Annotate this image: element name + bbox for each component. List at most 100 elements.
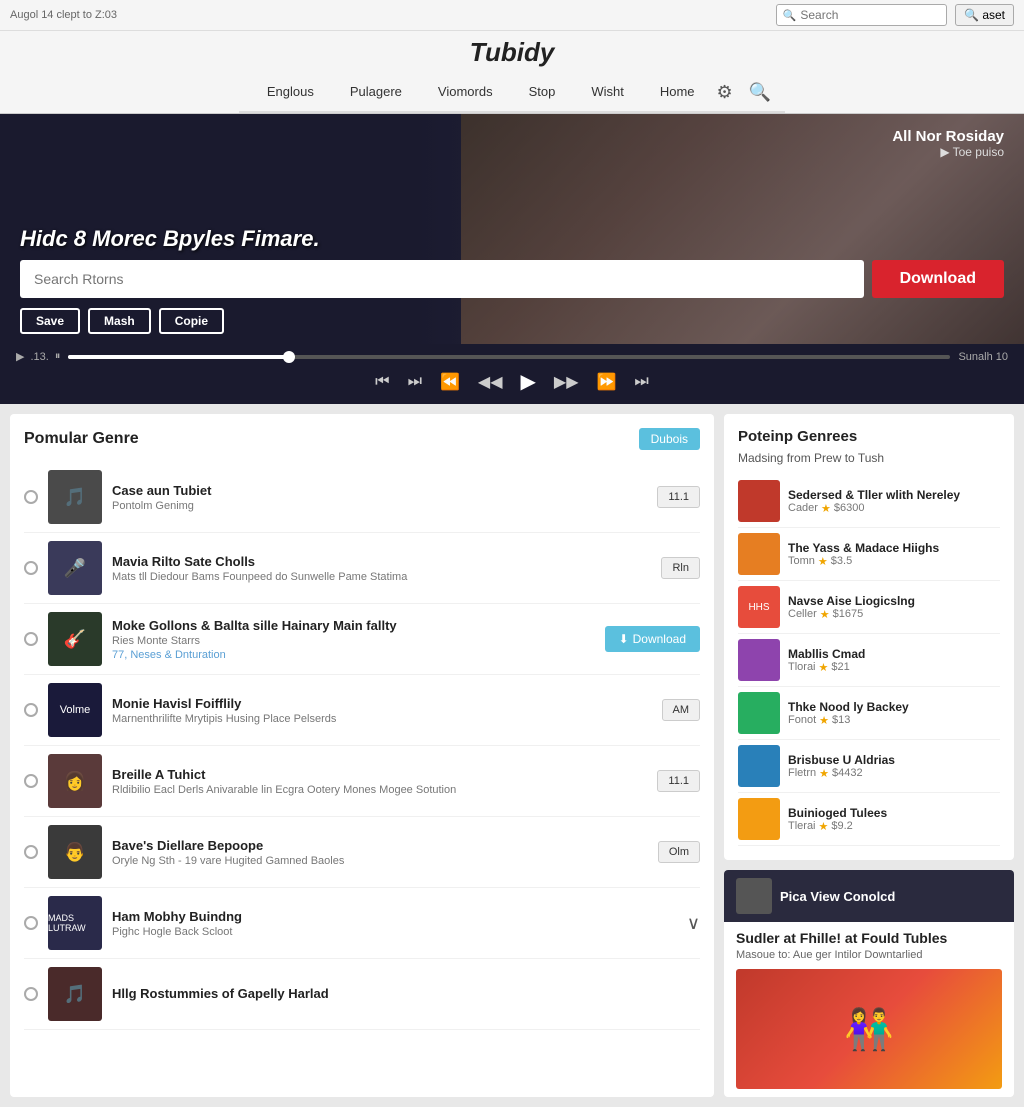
play-button[interactable]: ▶ xyxy=(521,369,536,394)
nav-search-icon[interactable]: 🔍 xyxy=(745,78,775,107)
trending-info-1: The Yass & Madace Hiighs Tomn ★ $3.5 xyxy=(788,541,1000,568)
right-column: Poteinp Genrees Madsing from Prew to Tus… xyxy=(724,414,1014,1097)
trending-item: HHS Navse Aise Liogicslng Celler ★ $1675 xyxy=(738,581,1000,634)
copie-button[interactable]: Copie xyxy=(159,308,224,334)
track-radio-6[interactable] xyxy=(24,916,38,930)
track-action-3: AM xyxy=(662,699,701,721)
search-icon: 🔍 xyxy=(783,9,797,22)
track-info-4: Breille A Tuhict Rldibilio Eacl Derls An… xyxy=(112,767,647,796)
track-radio-0[interactable] xyxy=(24,490,38,504)
trending-thumb-1 xyxy=(738,533,780,575)
save-button[interactable]: Save xyxy=(20,308,80,334)
forward-button[interactable]: ▶▶ xyxy=(554,372,579,392)
nav-item-englous[interactable]: Englous xyxy=(249,74,332,111)
dubois-button[interactable]: Dubois xyxy=(639,428,700,450)
track-radio-1[interactable] xyxy=(24,561,38,575)
track-thumb-2: 🎸 xyxy=(48,612,102,666)
track-item: MADS LUTRAW Ham Mobhy Buindng Pighc Hogl… xyxy=(24,888,700,959)
mash-button[interactable]: Mash xyxy=(88,308,151,334)
trending-item-title-1: The Yass & Madace Hiighs xyxy=(788,541,1000,555)
track-download-btn-2[interactable]: ⬇ Download xyxy=(605,626,700,652)
track-action-btn-5[interactable]: Olm xyxy=(658,841,700,863)
trending-item-title-6: Buinioged Tulees xyxy=(788,806,1000,820)
skip-back-button[interactable]: ⏭ xyxy=(408,373,422,391)
trending-item: Buinioged Tulees Tlerai ★ $9.2 xyxy=(738,793,1000,846)
track-chevron-btn-6[interactable]: ∨ xyxy=(687,913,700,934)
next-button[interactable]: ⏩ xyxy=(597,372,617,392)
hero-top-right: All Nor Rosiday ▶ Toe puiso xyxy=(892,128,1004,159)
hero-banner: All Nor Rosiday ▶ Toe puiso Hidc 8 Morec… xyxy=(0,114,1024,404)
left-column: Pomular Genre Dubois 🎵 Case aun Tubiet P… xyxy=(10,414,714,1097)
track-title-1: Mavia Rilto Sate Cholls xyxy=(112,554,651,569)
skip-back-far-button[interactable]: ⏮ xyxy=(375,373,389,391)
track-item: 🎤 Mavia Rilto Sate Cholls Mats tll Diedo… xyxy=(24,533,700,604)
hero-download-button[interactable]: Download xyxy=(872,260,1004,298)
track-action-btn-4[interactable]: 11.1 xyxy=(657,770,700,792)
nav-item-viomords[interactable]: Viomords xyxy=(420,74,511,111)
nav-item-pulagere[interactable]: Pulagere xyxy=(332,74,420,111)
trending-thumb-4 xyxy=(738,692,780,734)
nav-item-home[interactable]: Home xyxy=(642,74,713,111)
track-title-2: Moke Gollons & Ballta sille Hainary Main… xyxy=(112,618,595,633)
promo-main-title: Sudler at Fhille! at Fould Tubles xyxy=(736,930,1002,946)
track-title-3: Monie Havisl Foifflily xyxy=(112,696,652,711)
progress-bar[interactable] xyxy=(68,355,950,359)
track-radio-2[interactable] xyxy=(24,632,38,646)
play-small-icon: ▶ xyxy=(16,350,24,363)
aset-button[interactable]: 🔍 aset xyxy=(955,4,1014,26)
pause-icon: ⏸ xyxy=(55,350,61,363)
track-thumb-5: 👨 xyxy=(48,825,102,879)
trending-meta-1: Tomn ★ $3.5 xyxy=(788,555,1000,568)
trending-thumb-6 xyxy=(738,798,780,840)
track-sub-4: Rldibilio Eacl Derls Anivarable lin Ecgr… xyxy=(112,784,647,796)
track-item: 🎸 Moke Gollons & Ballta sille Hainary Ma… xyxy=(24,604,700,675)
track-title-0: Case aun Tubiet xyxy=(112,483,647,498)
promo-body: Sudler at Fhille! at Fould Tubles Masoue… xyxy=(724,922,1014,1097)
trending-info-3: Mabllis Cmad Tlorai ★ $21 xyxy=(788,647,1000,674)
track-radio-5[interactable] xyxy=(24,845,38,859)
track-item: 👨 Bave's Diellare Bepoope Oryle Ng Sth -… xyxy=(24,817,700,888)
download-icon: ⬇ xyxy=(619,632,629,646)
promo-thumb-small xyxy=(736,878,772,914)
trending-meta-0: Cader ★ $6300 xyxy=(788,502,1000,515)
player-info: ▶ .13. ⏸ xyxy=(16,350,60,363)
trending-thumb-5 xyxy=(738,745,780,787)
track-action-btn-0[interactable]: 11.1 xyxy=(657,486,700,508)
hero-title: Hidc 8 Morec Bpyles Fimare. xyxy=(20,226,1004,252)
track-item: 🎵 Hllg Rostummies of Gapelly Harlad xyxy=(24,959,700,1030)
aset-icon: 🔍 xyxy=(964,8,979,22)
track-thumb-1: 🎤 xyxy=(48,541,102,595)
settings-icon[interactable]: ⚙ xyxy=(713,78,737,107)
prev-button[interactable]: ⏪ xyxy=(440,372,460,392)
hero-search-input[interactable] xyxy=(20,260,864,298)
track-sub-2: Ries Monte Starrs xyxy=(112,635,595,647)
trending-item: Brisbuse U Aldrias Fletrn ★ $4432 xyxy=(738,740,1000,793)
trending-meta-2: Celler ★ $1675 xyxy=(788,608,1000,621)
track-radio-4[interactable] xyxy=(24,774,38,788)
nav-item-stop[interactable]: Stop xyxy=(511,74,574,111)
trending-item-title-5: Brisbuse U Aldrias xyxy=(788,753,1000,767)
trending-title: Poteinp Genrees xyxy=(738,428,1000,445)
track-action-4: 11.1 xyxy=(657,770,700,792)
track-thumb-3: Volme xyxy=(48,683,102,737)
track-action-1: Rln xyxy=(661,557,700,579)
track-item: 👩 Breille A Tuhict Rldibilio Eacl Derls … xyxy=(24,746,700,817)
track-action-btn-3[interactable]: AM xyxy=(662,699,701,721)
track-action-btn-1[interactable]: Rln xyxy=(661,557,700,579)
track-radio-7[interactable] xyxy=(24,987,38,1001)
rewind-button[interactable]: ◀◀ xyxy=(478,372,503,392)
track-action-2: ⬇ Download xyxy=(605,626,700,652)
header-search-input[interactable] xyxy=(800,8,940,22)
promo-header-label: Pica View Conolcd xyxy=(780,889,895,904)
trending-subtitle: Madsing from Prew to Tush xyxy=(738,451,1000,465)
header-search-box[interactable]: 🔍 xyxy=(776,4,948,26)
trending-item-title-0: Sedersed & Tller wlith Nereley xyxy=(788,488,1000,502)
trending-info-4: Thke Nood ly Backey Fonot ★ $13 xyxy=(788,700,1000,727)
skip-forward-far-button[interactable]: ⏭ xyxy=(634,373,648,391)
track-info-6: Ham Mobhy Buindng Pighc Hogle Back Scloo… xyxy=(112,909,677,938)
nav-item-wisht[interactable]: Wisht xyxy=(573,74,642,111)
trending-item-title-2: Navse Aise Liogicslng xyxy=(788,594,1000,608)
track-radio-3[interactable] xyxy=(24,703,38,717)
track-info-5: Bave's Diellare Bepoope Oryle Ng Sth - 1… xyxy=(112,838,648,867)
popular-genre-title: Pomular Genre xyxy=(24,430,139,448)
